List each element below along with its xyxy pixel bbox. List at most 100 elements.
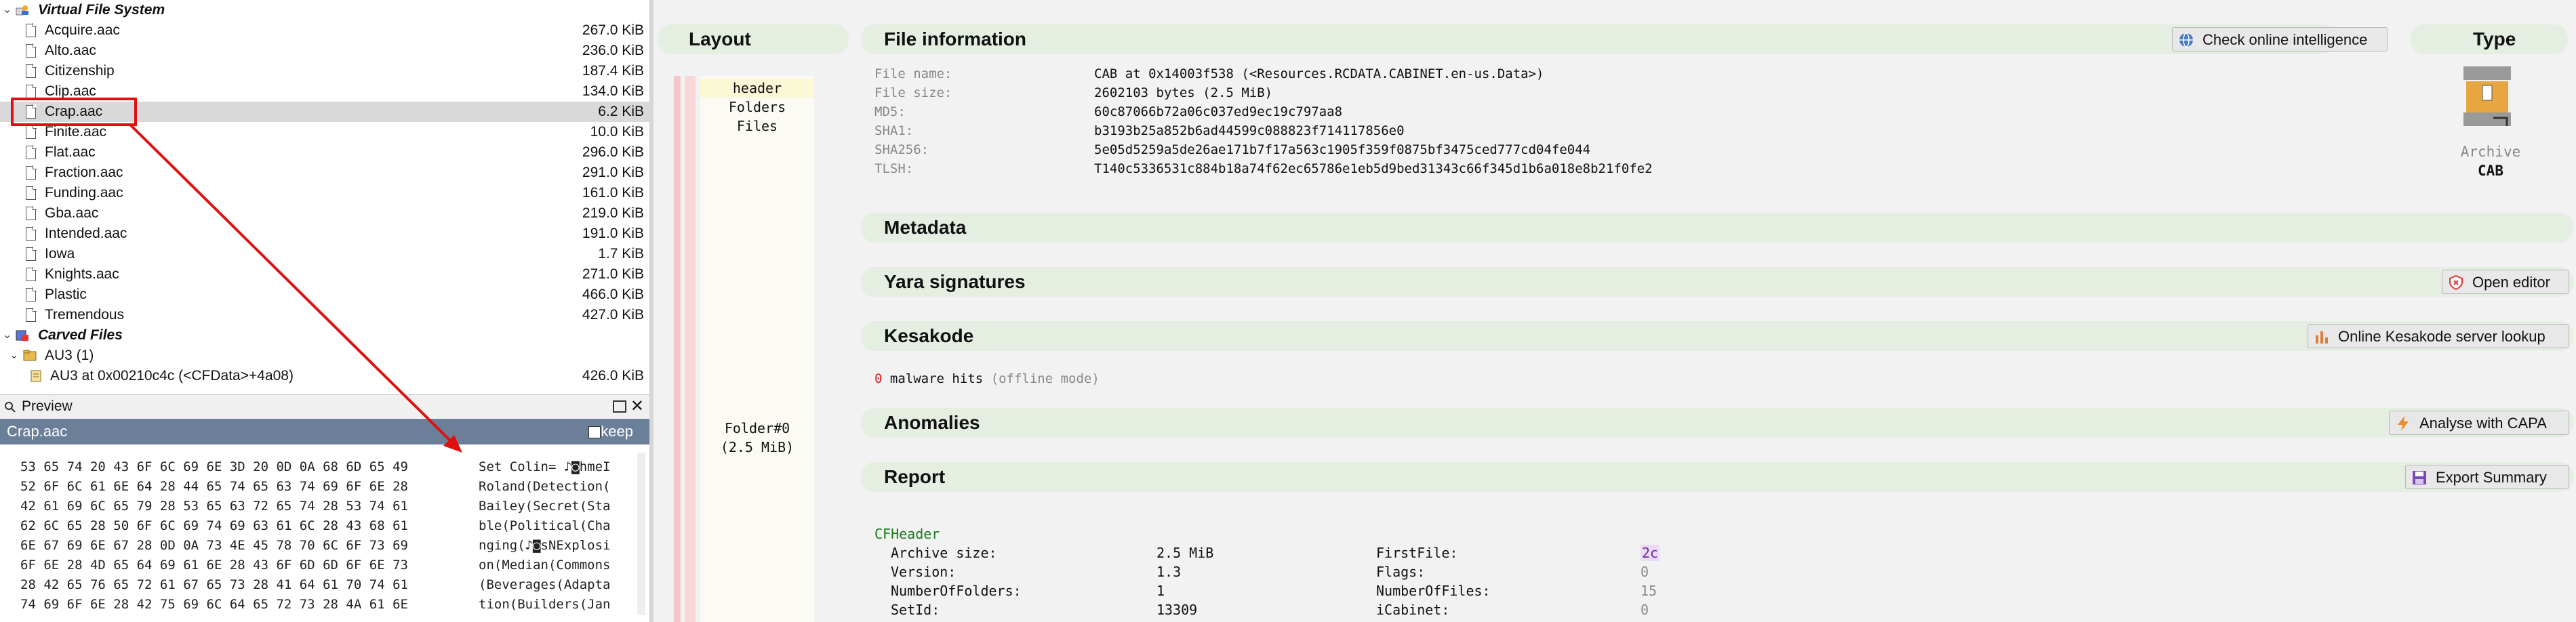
tree-au3-item-name: AU3 at 0x00210c4c (<CFData>+4a08) bbox=[50, 368, 294, 383]
anomalies-header: Anomalies bbox=[861, 408, 2573, 438]
chevron-down-icon[interactable]: ⌄ bbox=[3, 0, 12, 20]
tree-file-name: Knights.aac bbox=[45, 266, 119, 282]
search-icon bbox=[5, 402, 16, 413]
file-info-value[interactable]: 5e05d5259a5de26ae171b7f17a563c1905f359f0… bbox=[1094, 142, 1590, 157]
tree-file-size: 6.2 KiB bbox=[598, 104, 644, 119]
file-info-key: SHA256: bbox=[874, 142, 929, 157]
lightning-icon bbox=[2398, 416, 2409, 431]
file-info-value[interactable]: 60c87066b72a06c037ed9ec19c797aa8 bbox=[1094, 104, 1342, 119]
cfheader-right-key: NumberOfFiles: bbox=[1376, 583, 1491, 599]
layout-item-files[interactable]: Files bbox=[700, 117, 814, 136]
cfheader-left-key: NumberOfFolders: bbox=[891, 583, 1022, 599]
close-icon[interactable]: ✕ bbox=[630, 395, 644, 418]
tree-file-row[interactable]: Plastic 466.0 KiB bbox=[0, 285, 649, 305]
export-summary-button[interactable]: Export Summary bbox=[2405, 465, 2569, 489]
layout-column[interactable]: header Folders Files Folder#0 (2.5 MiB) bbox=[700, 76, 814, 622]
tree-au3-item-row[interactable]: AU3 at 0x00210c4c (<CFData>+4a08) 426.0 … bbox=[0, 366, 649, 386]
cfheader-left-value: 1.3 bbox=[1156, 564, 1182, 580]
file-info-value[interactable]: CAB at 0x14003f538 (<Resources.RCDATA.CA… bbox=[1094, 66, 1544, 81]
preview-bar: Preview ✕ bbox=[0, 394, 649, 418]
open-editor-button[interactable]: Open editor bbox=[2442, 270, 2569, 294]
hex-ascii-line: tion(Builders(Jan bbox=[479, 597, 611, 612]
tree-file-row[interactable]: Gba.aac 219.0 KiB bbox=[0, 203, 649, 224]
layout-left-bar-2 bbox=[685, 76, 696, 622]
cfheader-right-value: 2c bbox=[1641, 545, 1660, 561]
hex-view[interactable]: 53 65 74 20 43 6F 6C 69 6E 3D 20 0D 0A 6… bbox=[0, 444, 649, 622]
cfheader-right-value: 15 bbox=[1641, 583, 1657, 599]
file-icon bbox=[26, 287, 37, 302]
tree-file-name: Citizenship bbox=[45, 63, 115, 79]
tree-au3-row[interactable]: ⌄ AU3 (1) bbox=[0, 346, 649, 366]
tree-file-row[interactable]: Iowa 1.7 KiB bbox=[0, 244, 649, 264]
file-info-key: File name: bbox=[874, 66, 952, 81]
tree-file-row[interactable]: Alto.aac 236.0 KiB bbox=[0, 41, 649, 61]
kesakode-lookup-button[interactable]: Online Kesakode server lookup bbox=[2308, 324, 2569, 348]
file-tree[interactable]: ⌄ Virtual File System Acquire.aac 267.0 K… bbox=[0, 0, 649, 390]
float-panel-icon[interactable] bbox=[613, 400, 626, 413]
analyse-capa-button[interactable]: Analyse with CAPA bbox=[2389, 411, 2569, 435]
hex-ascii-line: Set Colin= ♪◙hmeI bbox=[479, 459, 611, 474]
yara-header: Yara signatures bbox=[861, 267, 2573, 297]
tree-file-row[interactable]: Funding.aac 161.0 KiB bbox=[0, 183, 649, 203]
tree-file-name: Gba.aac bbox=[45, 205, 99, 221]
tree-au3-item-size: 426.0 KiB bbox=[582, 368, 644, 383]
tree-root-row[interactable]: ⌄ Virtual File System bbox=[0, 0, 649, 20]
cfheader-title: CFHeader bbox=[874, 526, 940, 542]
file-info-value[interactable]: T140c5336531c884b18a74f62ec65786e1eb5d9b… bbox=[1094, 161, 1653, 176]
tree-file-size: 236.0 KiB bbox=[582, 43, 644, 58]
archive-type-icon bbox=[2463, 66, 2511, 126]
type-header: Type bbox=[2411, 24, 2568, 54]
hex-scrollbar[interactable] bbox=[637, 453, 645, 615]
yara-title: Yara signatures bbox=[884, 271, 1026, 292]
file-info-value[interactable]: 2602103 bytes (2.5 MiB) bbox=[1094, 85, 1272, 100]
preview-filename: Crap.aac bbox=[7, 423, 68, 440]
tree-file-row[interactable]: Intended.aac 191.0 KiB bbox=[0, 224, 649, 244]
check-online-intelligence-button[interactable]: Check online intelligence bbox=[2172, 27, 2388, 51]
anomalies-title: Anomalies bbox=[884, 412, 980, 433]
cfheader-left-value: 1 bbox=[1156, 583, 1165, 599]
keep-checkbox[interactable] bbox=[588, 426, 601, 438]
hex-bytes-line: 62 6C 65 28 50 6F 6C 69 74 69 63 61 6C 2… bbox=[20, 518, 408, 533]
tree-file-name: Intended.aac bbox=[45, 226, 127, 241]
report-header: Report bbox=[861, 462, 2573, 492]
layout-item-header[interactable]: header bbox=[700, 79, 814, 98]
tree-file-name: Plastic bbox=[45, 287, 87, 302]
highlight-box bbox=[11, 98, 137, 126]
tree-file-row[interactable]: Citizenship 187.4 KiB bbox=[0, 61, 649, 81]
tree-file-row[interactable]: Tremendous 427.0 KiB bbox=[0, 305, 649, 325]
keep-label: keep bbox=[601, 423, 633, 440]
tree-file-name: Fraction.aac bbox=[45, 165, 123, 180]
tree-file-name: Flat.aac bbox=[45, 144, 96, 160]
tree-carved-row[interactable]: ⌄ Carved Files bbox=[0, 325, 649, 346]
kesakode-title: Kesakode bbox=[884, 325, 974, 346]
hex-bytes-line: 6F 6E 28 4D 65 64 69 61 6E 28 43 6F 6D 6… bbox=[20, 558, 408, 573]
layout-folder-size: (2.5 MiB) bbox=[720, 439, 794, 455]
file-icon bbox=[26, 64, 37, 78]
layout-folder-label[interactable]: Folder#0 bbox=[700, 419, 814, 438]
tree-au3-label: AU3 (1) bbox=[45, 348, 94, 363]
hex-bytes-line: 53 65 74 20 43 6F 6C 69 6E 3D 20 0D 0A 6… bbox=[20, 459, 408, 474]
tree-file-name: Funding.aac bbox=[45, 185, 123, 201]
tree-file-row[interactable]: Flat.aac 296.0 KiB bbox=[0, 142, 649, 163]
layout-item-folders[interactable]: Folders bbox=[700, 98, 814, 117]
metadata-header: Metadata bbox=[861, 213, 2573, 243]
file-info-key: SHA1: bbox=[874, 123, 914, 138]
save-icon bbox=[2413, 471, 2426, 484]
tree-file-row[interactable]: Knights.aac 271.0 KiB bbox=[0, 264, 649, 285]
layout-title: Layout bbox=[689, 28, 751, 49]
cfheader-right-key: Flags: bbox=[1376, 564, 1426, 580]
chevron-down-icon[interactable]: ⌄ bbox=[3, 325, 12, 346]
right-panel: Layout header Folders Files Folder#0 (2.… bbox=[653, 0, 2576, 622]
tree-file-row[interactable]: Fraction.aac 291.0 KiB bbox=[0, 163, 649, 183]
type-kind: Archive bbox=[2460, 144, 2521, 160]
tree-file-row[interactable]: Acquire.aac 267.0 KiB bbox=[0, 20, 649, 41]
cfheader-left-value: 13309 bbox=[1156, 602, 1198, 618]
chevron-down-icon[interactable]: ⌄ bbox=[9, 346, 18, 366]
layout-header: Layout bbox=[658, 24, 849, 54]
hex-bytes-line: 74 69 6F 6E 28 42 75 69 6C 64 65 72 73 2… bbox=[20, 597, 408, 612]
tree-file-size: 10.0 KiB bbox=[590, 124, 644, 140]
kesakode-text: malware hits bbox=[889, 371, 984, 386]
file-info-value[interactable]: b3193b25a852b6ad44599c088823f714117856e0 bbox=[1094, 123, 1405, 138]
au3-folder-icon bbox=[23, 350, 37, 361]
cfheader-right-value: 0 bbox=[1641, 564, 1649, 580]
